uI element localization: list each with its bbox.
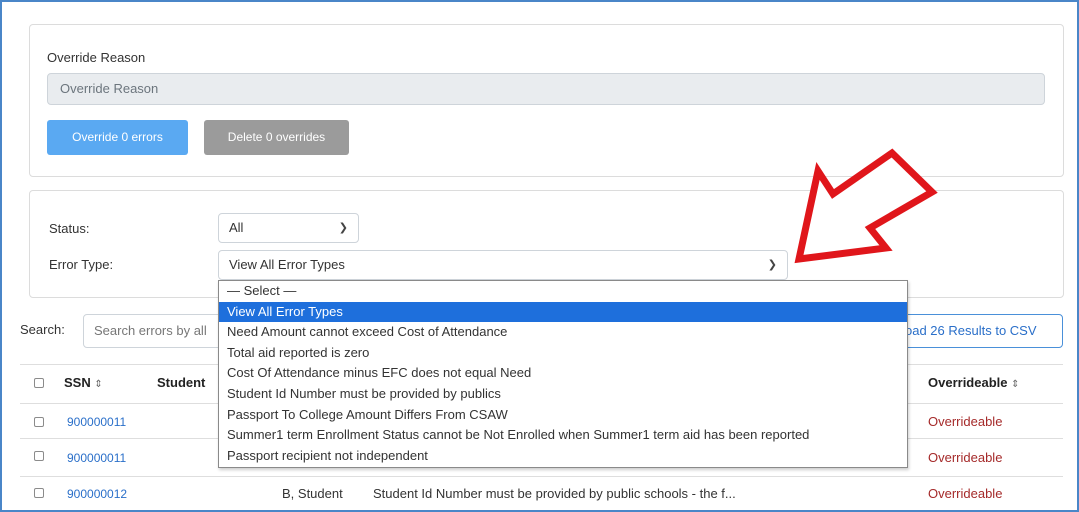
error-type-option[interactable]: Passport To College Amount Differs From …: [219, 405, 907, 426]
error-type-label: Error Type:: [49, 257, 114, 272]
status-label: Status:: [49, 221, 90, 236]
select-all-checkbox[interactable]: [34, 378, 44, 388]
error-type-option[interactable]: Summer1 term Enrollment Status cannot be…: [219, 425, 907, 446]
ssn-link[interactable]: 900000012: [67, 487, 127, 501]
override-reason-label: Override Reason: [47, 50, 146, 65]
error-type-option[interactable]: Total aid reported is zero: [219, 343, 907, 364]
error-type-select-value: View All Error Types: [229, 257, 345, 272]
error-type-dropdown-list[interactable]: — Select — View All Error Types Need Amoun…: [218, 280, 908, 468]
error-type-option[interactable]: Passport recipient not independent: [219, 446, 907, 467]
ssn-column-header[interactable]: SSN ⇕: [64, 375, 103, 390]
table-divider: [20, 476, 1063, 477]
ssn-link[interactable]: 900000011: [67, 415, 126, 429]
overrideable-column-header[interactable]: Overrideable ⇕: [928, 375, 1020, 390]
row-checkbox[interactable]: [34, 417, 44, 427]
chevron-down-icon: ❯: [767, 259, 777, 271]
override-errors-button[interactable]: Override 0 errors: [47, 120, 188, 155]
search-input[interactable]: Search errors by all: [83, 314, 233, 348]
error-type-option[interactable]: View All Error Types: [219, 301, 907, 323]
student-name: B, Student: [282, 486, 343, 501]
overrideable-status: Overrideable: [928, 486, 1003, 501]
sort-icon: ⇕: [1011, 379, 1020, 390]
chevron-down-icon: ❯: [338, 222, 348, 234]
delete-overrides-button[interactable]: Delete 0 overrides: [204, 120, 349, 155]
student-column-header[interactable]: Student: [157, 375, 205, 390]
override-reason-input[interactable]: Override Reason: [47, 73, 1045, 105]
error-type-option[interactable]: Student Id Number must be provided by pu…: [219, 384, 907, 405]
status-select-value: All: [229, 220, 244, 235]
error-type-option[interactable]: Cost Of Attendance minus EFC does not eq…: [219, 363, 907, 384]
error-type-option[interactable]: Need Amount cannot exceed Cost of Attend…: [219, 322, 907, 343]
error-type-select[interactable]: View All Error Types ❯: [218, 250, 788, 280]
row-checkbox[interactable]: [34, 451, 44, 461]
search-label: Search:: [20, 322, 65, 337]
status-select[interactable]: All ❯: [218, 213, 359, 243]
red-arrow-annotation: [794, 148, 938, 264]
overrideable-status: Overrideable: [928, 414, 1003, 429]
overrideable-status: Overrideable: [928, 450, 1003, 465]
error-type-option[interactable]: — Select —: [219, 281, 907, 302]
row-checkbox[interactable]: [34, 488, 44, 498]
sort-icon: ⇕: [94, 379, 103, 390]
ssn-link[interactable]: 900000011: [67, 451, 126, 465]
error-message: Student Id Number must be provided by pu…: [373, 486, 736, 501]
